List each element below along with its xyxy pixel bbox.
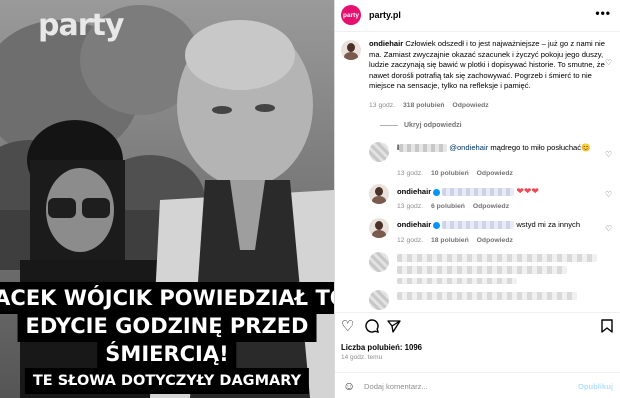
verified-icon	[433, 221, 441, 229]
reply-3-likes[interactable]: 18 polubień	[431, 237, 469, 244]
main-comment-reply[interactable]: Odpowiedz	[452, 102, 488, 109]
main-comment-text: Człowiek odszedł i to jest najważniejsze…	[369, 39, 605, 90]
party-logo: party	[38, 8, 124, 43]
blurred-comment-line	[397, 278, 517, 284]
blurred-comment-line	[397, 254, 597, 262]
reply-1-reply[interactable]: Odpowiedz	[477, 170, 513, 177]
heart-outline-icon[interactable]: ♡	[341, 319, 354, 335]
like-reply-1-icon[interactable]: ♡	[605, 150, 612, 159]
blurred-avatar	[369, 290, 389, 310]
reply-3-time: 12 godz.	[397, 237, 424, 244]
main-comment-user[interactable]: ondiehair	[369, 39, 403, 48]
reply-2-avatar[interactable]	[369, 184, 389, 204]
likes-count[interactable]: Liczba polubień: 1096	[341, 343, 422, 352]
verified-icon	[433, 188, 441, 196]
comment-bubble-icon[interactable]	[365, 319, 379, 337]
paper-plane-icon[interactable]	[387, 319, 401, 337]
reply-1-time: 13 godz.	[397, 170, 424, 177]
reply-2-likes[interactable]: 6 polubień	[431, 203, 465, 210]
main-comment-likes[interactable]: 318 polubień	[403, 102, 445, 109]
commenter-avatar[interactable]	[341, 40, 361, 60]
more-options-icon[interactable]: •••	[595, 6, 611, 20]
bookmark-icon[interactable]	[601, 319, 613, 337]
reply-2-reply[interactable]: Odpowiedz	[473, 203, 509, 210]
publish-button[interactable]: Opublikuj	[578, 382, 613, 391]
blurred-username	[399, 144, 448, 152]
post-photo[interactable]: party JACEK WÓJCIK POWIEDZIAŁ TO EDYCIE …	[0, 0, 334, 398]
smiley-icon[interactable]: ☺	[343, 379, 355, 393]
add-comment-bar: ☺ Dodaj komentarz... Opublikuj	[335, 372, 620, 398]
blurred-mention	[442, 188, 515, 196]
reply-3-text: wstyd mi za innych	[516, 220, 581, 229]
reply-2-meta: 13 godz. 6 polubień Odpowiedz	[397, 203, 509, 210]
like-comment-icon[interactable]: ♡	[605, 58, 612, 67]
comment-input[interactable]: Dodaj komentarz...	[364, 382, 428, 391]
reply-3-meta: 12 godz. 18 polubień Odpowiedz	[397, 237, 513, 244]
post-header: party party.pl •••	[335, 0, 620, 32]
reply-1-mention[interactable]: @ondiehair	[449, 143, 488, 152]
main-comment: ondiehair Człowiek odszedł i to jest naj…	[369, 39, 607, 92]
caption-line-3: ŚMIERCIĄ!	[97, 338, 237, 370]
blurred-comment-line	[397, 292, 577, 300]
post-actions: ♡	[335, 312, 620, 340]
post-time: 14 godz. temu	[341, 354, 383, 361]
account-avatar[interactable]: party	[341, 5, 361, 25]
reply-2-user[interactable]: ondiehair	[397, 187, 431, 196]
like-reply-3-icon[interactable]: ♡	[605, 224, 612, 233]
main-comment-time: 13 godz.	[369, 102, 396, 109]
reply-1: l @ondiehair mądrego to miło posłuchać😊	[397, 143, 597, 154]
blurred-comment-line	[397, 266, 567, 274]
account-name[interactable]: party.pl	[369, 10, 401, 20]
hide-replies-button[interactable]: Ukryj odpowiedzi	[380, 122, 462, 129]
reply-3-avatar[interactable]	[369, 218, 389, 238]
reply-3-user[interactable]: ondiehair	[397, 220, 431, 229]
reply-2-time: 13 godz.	[397, 203, 424, 210]
reply-avatar-blurred[interactable]	[369, 142, 389, 162]
like-reply-2-icon[interactable]: ♡	[605, 190, 612, 199]
post-sidebar: party party.pl ••• ondiehair Człowiek od…	[334, 0, 620, 398]
blurred-avatar	[369, 252, 389, 272]
reply-2-hearts: ❤❤❤	[516, 186, 539, 196]
reply-1-likes[interactable]: 10 polubień	[431, 170, 469, 177]
main-comment-meta: 13 godz. 318 polubień Odpowiedz	[369, 102, 489, 109]
reply-2: ondiehair ❤❤❤	[397, 186, 597, 198]
divider-line	[380, 124, 398, 126]
reply-3-reply[interactable]: Odpowiedz	[477, 237, 513, 244]
reply-1-meta: 13 godz. 10 polubień Odpowiedz	[397, 170, 513, 177]
reply-3: ondiehair wstyd mi za innych	[397, 220, 597, 231]
blurred-mention	[442, 221, 515, 229]
caption-subline: TE SŁOWA DOTYCZYŁY DAGMARY	[24, 368, 310, 394]
reply-1-text: mądrego to miło posłuchać😊	[490, 143, 591, 152]
